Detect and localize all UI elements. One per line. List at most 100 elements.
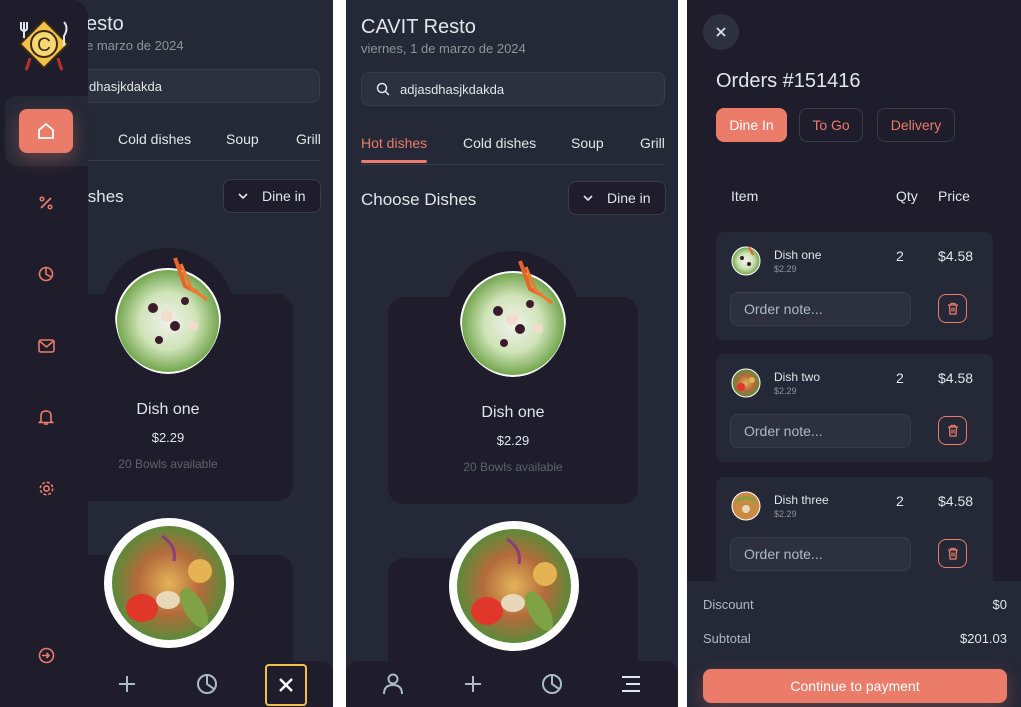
orders-title: Orders #151416 (716, 70, 861, 92)
order-note-input[interactable]: Order note... (730, 414, 911, 448)
delete-item-button[interactable] (938, 416, 967, 445)
search-input[interactable]: adjasdhasjkdakda (361, 72, 665, 106)
order-item: Dish one $2.29 2 $4.58 Order note... (716, 232, 993, 340)
order-item-qty[interactable]: 2 (896, 493, 904, 509)
date-label: viernes, 1 de marzo de 2024 (361, 41, 526, 56)
logout-button[interactable] (19, 633, 73, 677)
dish-thumbnail (731, 246, 761, 276)
search-input[interactable]: dhasjkdakda (70, 69, 320, 103)
search-value: dhasjkdakda (89, 78, 162, 94)
tab-cold-dishes[interactable]: Cold dishes (118, 131, 191, 147)
order-item-name: Dish two (774, 370, 821, 384)
chevron-down-icon (583, 195, 593, 202)
salad-image (115, 257, 221, 374)
order-item-unit-price: $2.29 (774, 386, 797, 396)
restaurant-title: CAVIT Resto (361, 16, 476, 38)
order-item-name: Dish three (774, 493, 829, 507)
mode-delivery-button[interactable]: Delivery (877, 108, 955, 142)
close-icon (716, 27, 726, 37)
dine-mode-select[interactable]: Dine in (223, 179, 321, 213)
order-item-name: Dish one (774, 248, 822, 262)
dish-availability: 20 Bowls available (463, 460, 563, 474)
close-orders-button[interactable] (703, 14, 739, 50)
bowl-image (104, 518, 234, 648)
order-item: Dish two $2.29 2 $4.58 Order note... (716, 354, 993, 462)
search-value: adjasdhasjkdakda (400, 81, 505, 97)
dish-thumbnail (731, 491, 761, 521)
tab-hot-dishes[interactable]: Hot dishes (361, 135, 428, 163)
plus-icon[interactable] (458, 669, 488, 699)
sidebar-item-settings[interactable] (19, 466, 73, 510)
logout-icon (38, 647, 54, 663)
discount-icon (39, 196, 53, 210)
order-note-input[interactable]: Order note... (730, 537, 911, 571)
salad-image (460, 260, 566, 377)
delete-item-button[interactable] (938, 539, 967, 568)
dish-name: Dish one (481, 404, 545, 421)
sidebar: C (0, 0, 88, 707)
tab-grill[interactable]: Grill (640, 135, 665, 151)
dish-thumbnail (731, 368, 761, 398)
order-item-qty[interactable]: 2 (896, 248, 904, 264)
mode-dine-in-button[interactable]: Dine In (716, 108, 787, 142)
bowl-image (449, 521, 579, 651)
mode-to-go-button[interactable]: To Go (799, 108, 863, 142)
discount-label: Discount (703, 597, 754, 612)
trash-icon (947, 302, 958, 315)
continue-to-payment-button[interactable]: Continue to payment (703, 669, 1007, 703)
sidebar-item-dashboard[interactable] (19, 252, 73, 296)
restaurant-title: esto (86, 13, 124, 35)
close-icon (279, 678, 293, 692)
category-tabs: Cold dishes Soup Grill (70, 131, 321, 161)
tab-cold-dishes[interactable]: Cold dishes (463, 135, 536, 151)
dine-mode-select[interactable]: Dine in (568, 181, 666, 215)
order-note-input[interactable]: Order note... (730, 292, 911, 326)
pie-chart-icon[interactable] (537, 669, 567, 699)
sidebar-item-messages[interactable] (19, 324, 73, 368)
menu-panel: CAVIT Resto viernes, 1 de marzo de 2024 … (346, 0, 678, 707)
chevron-down-icon (238, 193, 248, 200)
delete-item-button[interactable] (938, 294, 967, 323)
sidebar-item-home[interactable] (19, 109, 73, 153)
dish-price: $2.29 (496, 433, 530, 448)
logo-icon: C (18, 18, 70, 71)
order-item: Dish three $2.29 2 $4.58 Order note... (716, 477, 993, 585)
bell-icon (38, 409, 54, 425)
discount-value: $0 (992, 597, 1007, 612)
date-label: e marzo de 2024 (86, 38, 184, 53)
bottom-bar (346, 661, 678, 707)
mail-icon (37, 339, 55, 353)
order-item-total: $4.58 (938, 248, 974, 264)
section-title: ishes (84, 187, 124, 206)
user-icon[interactable] (378, 669, 408, 699)
column-header-price: Price (938, 188, 970, 204)
pie-chart-icon (38, 266, 54, 282)
column-header-qty: Qty (896, 188, 918, 204)
sidebar-item-discount[interactable] (19, 181, 73, 225)
subtotal-value: $201.03 (960, 631, 1007, 646)
tab-soup[interactable]: Soup (226, 131, 259, 147)
order-summary: Discount $0 Subtotal $201.03 Continue to… (687, 581, 1021, 707)
menu-icon[interactable] (616, 669, 646, 699)
column-header-item: Item (731, 188, 759, 204)
orders-panel: Orders #151416 Dine In To Go Delivery It… (687, 0, 1021, 707)
order-item-qty[interactable]: 2 (896, 370, 904, 386)
pie-chart-icon[interactable] (192, 669, 222, 699)
svg-text:C: C (37, 35, 51, 56)
tab-grill[interactable]: Grill (296, 131, 321, 147)
tab-soup[interactable]: Soup (571, 135, 604, 151)
order-item-total: $4.58 (938, 370, 974, 386)
menu-panel-with-sidebar: esto e marzo de 2024 dhasjkdakda Cold di… (0, 0, 333, 707)
close-menu-button[interactable] (265, 664, 307, 706)
home-icon (38, 122, 54, 139)
trash-icon (947, 547, 958, 560)
search-icon (376, 82, 390, 96)
dine-mode-value: Dine in (262, 188, 306, 204)
trash-icon (947, 424, 958, 437)
section-title: Choose Dishes (361, 190, 477, 209)
subtotal-label: Subtotal (703, 631, 751, 646)
gear-icon (39, 481, 53, 495)
plus-icon[interactable] (112, 669, 142, 699)
dine-mode-value: Dine in (607, 190, 651, 206)
sidebar-item-notifications[interactable] (19, 395, 73, 439)
